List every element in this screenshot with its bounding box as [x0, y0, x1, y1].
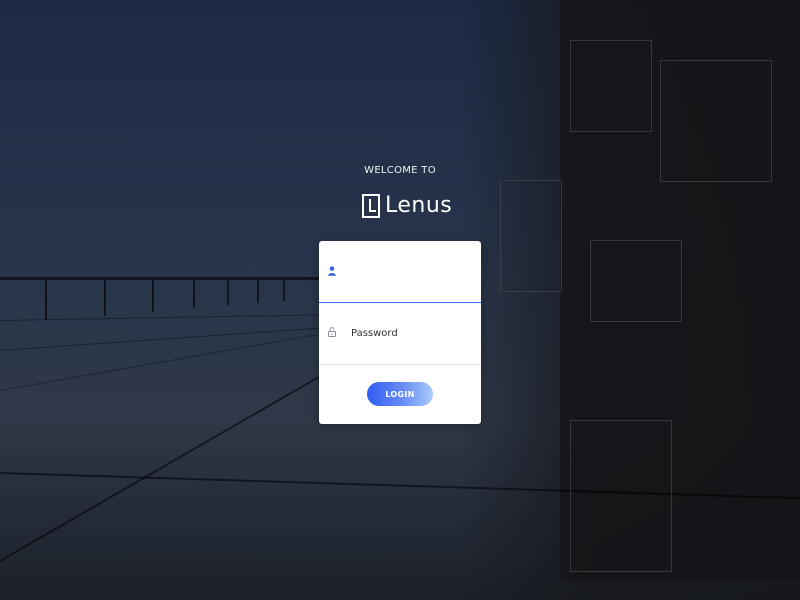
username-input[interactable]: [347, 259, 481, 283]
background-window: [590, 240, 682, 322]
brand-logo: Lenus: [362, 192, 452, 220]
background-railing-post: [104, 280, 106, 316]
background-railing-post: [257, 280, 259, 303]
background-railing-post: [152, 280, 154, 312]
background-railing-post: [193, 280, 195, 308]
background-window: [570, 40, 652, 132]
background-glass-seam: [0, 334, 316, 391]
password-input[interactable]: [347, 321, 481, 345]
background-window: [660, 60, 772, 182]
background-railing-post: [45, 280, 47, 320]
lenus-logo-icon: [362, 194, 380, 218]
background-railing-post: [227, 280, 229, 305]
background-railing: [0, 277, 320, 280]
brand-name: Lenus: [385, 193, 453, 218]
background-window: [570, 420, 672, 572]
background-railing-post: [283, 280, 285, 301]
login-card: LOGIN: [319, 241, 481, 424]
login-button[interactable]: LOGIN: [367, 382, 433, 406]
user-icon: [328, 266, 336, 276]
password-field: [319, 303, 481, 365]
background-glass-seam: [0, 327, 320, 351]
background-glass-seam: [0, 314, 320, 321]
welcome-text: WELCOME TO: [364, 165, 436, 176]
lock-icon: [328, 327, 336, 337]
background-window: [500, 180, 562, 292]
username-field: [319, 241, 481, 303]
